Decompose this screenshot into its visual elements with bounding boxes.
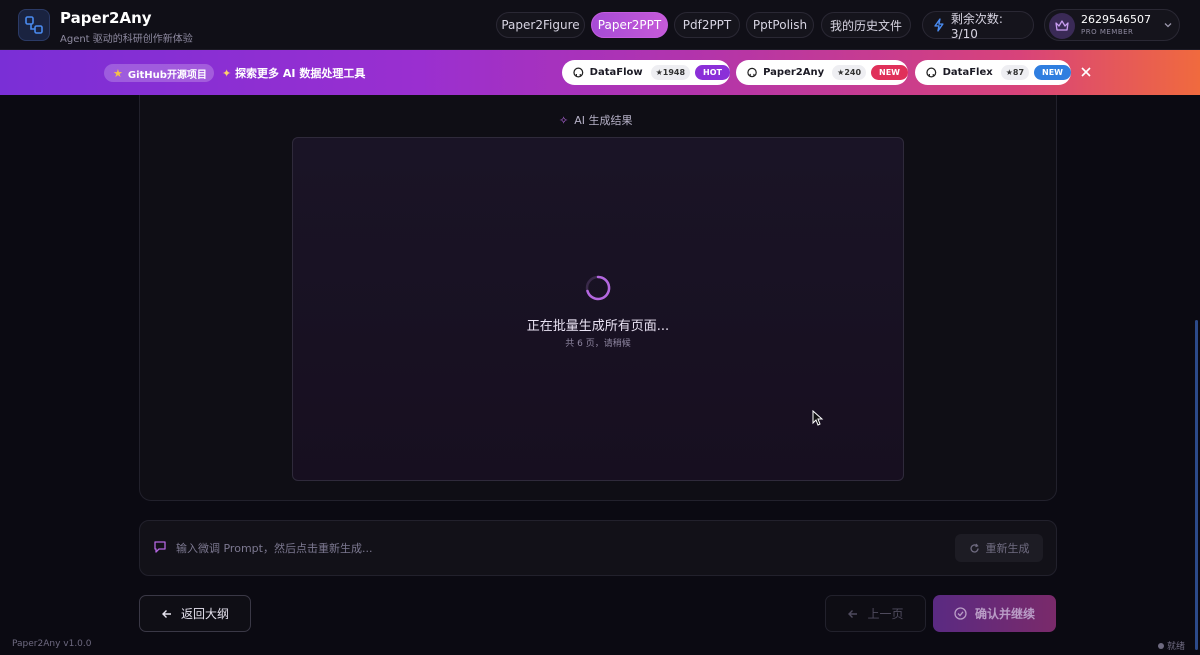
avatar [1049,13,1075,39]
repo-tag-new: NEW [1034,65,1071,80]
arrow-left-icon [848,609,858,618]
nav-tab-pdf2ppt[interactable]: Pdf2PPT [674,12,740,38]
nav-tab-history[interactable]: 我的历史文件 [821,12,911,38]
repo-stars: ★240 [832,65,867,80]
repo-card-dataflex[interactable]: DataFlex ★87 NEW [915,60,1071,85]
close-icon[interactable] [1080,66,1092,78]
quota-label: 剩余次数: 3/10 [950,11,1003,41]
slide-preview-area [292,137,904,481]
logo-icon [25,16,43,34]
arrow-left-icon [161,609,171,618]
repo-card-paper2any[interactable]: Paper2Any ★240 NEW [736,60,908,85]
repo-name: DataFlex [942,67,993,78]
explore-link[interactable]: ✦ 探索更多 AI 数据处理工具 [222,65,365,81]
app-subtitle: Agent 驱动的科研创作新体验 [60,34,193,45]
nav-tab-pptpolish[interactable]: PptPolish [746,12,814,38]
confirm-continue-button[interactable]: 确认并继续 [933,595,1056,632]
github-icon [747,67,757,78]
loading-subtext: 共 6 页，请稍候 [565,339,631,349]
status-label: 就绪 [1167,642,1186,652]
github-icon [926,67,937,78]
user-tier: PRO MEMBER [1081,28,1134,36]
chat-bubble-icon [154,541,166,553]
nav-tab-paper2figure[interactable]: Paper2Figure [496,12,585,38]
regenerate-label: 重新生成 [985,542,1030,555]
repo-tag-new: NEW [871,65,908,80]
repo-tag-hot: HOT [695,65,730,80]
sparkle-icon: ✦ [222,67,232,80]
github-badge-label: GitHub开源项目 [127,69,207,81]
status-dot-icon [1158,642,1164,649]
nav-tab-paper2ppt[interactable]: Paper2PPT [591,12,668,38]
regenerate-button[interactable]: 重新生成 [955,534,1043,562]
loading-spinner-icon [585,275,611,301]
refresh-icon [969,543,979,553]
star-icon: ★ [113,66,123,80]
github-open-source-badge[interactable]: ★ GitHub开源项目 [104,64,214,82]
crown-icon [1055,20,1069,31]
prev-label: 上一页 [867,607,904,621]
mouse-cursor-icon [812,410,824,426]
user-id: 2629546507 [1081,13,1151,26]
repo-stars: ★1948 [650,65,691,80]
app-logo[interactable] [18,9,50,41]
lightning-icon [934,18,944,32]
prompt-input[interactable] [176,538,936,558]
user-menu[interactable]: 2629546507 PRO MEMBER [1044,9,1180,41]
github-icon [573,67,584,78]
scrollbar[interactable] [1195,320,1198,650]
repo-name: DataFlow [589,67,643,78]
repo-card-dataflow[interactable]: DataFlow ★1948 HOT [562,60,730,85]
repo-stars: ★87 [1000,65,1030,80]
app-version: Paper2Any v1.0.0 [12,639,92,649]
quota-badge[interactable]: 剩余次数: 3/10 [922,11,1034,41]
back-to-outline-button[interactable]: 返回大纲 [139,595,251,632]
back-label: 返回大纲 [180,607,229,621]
sparkles-icon: ✧ [559,113,569,127]
loading-text: 正在批量生成所有页面... [526,319,670,334]
chevron-down-icon [1164,23,1172,28]
previous-page-button[interactable]: 上一页 [825,595,926,632]
confirm-label: 确认并继续 [974,607,1035,621]
result-title: ✧ AI 生成结果 [559,112,632,128]
result-title-label: AI 生成结果 [574,114,633,127]
repo-name: Paper2Any [763,67,825,78]
explore-label: 探索更多 AI 数据处理工具 [235,67,366,80]
app-name: Paper2Any [60,9,152,27]
status-indicator: 就绪 [1158,639,1185,652]
check-circle-icon [954,607,967,620]
